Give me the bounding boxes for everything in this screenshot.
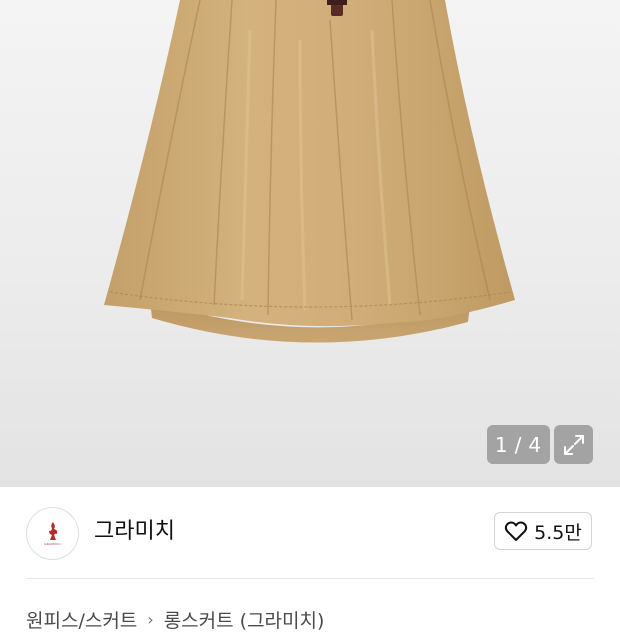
expand-button[interactable] bbox=[554, 425, 593, 464]
current-page: 1 bbox=[494, 432, 509, 457]
like-button[interactable]: 5.5만 bbox=[494, 512, 592, 550]
shop-info-row: GRAMICCI 그라미치 5.5만 bbox=[0, 487, 620, 578]
product-image-gallery[interactable]: 1 / 4 bbox=[0, 0, 620, 487]
shop-avatar[interactable]: GRAMICCI bbox=[26, 507, 79, 560]
heart-icon bbox=[505, 521, 528, 541]
breadcrumb: 원피스/스커트 › 롱스커트 (그라미치) bbox=[26, 604, 324, 634]
logo-wordmark: GRAMICCI bbox=[44, 542, 61, 546]
expand-icon bbox=[563, 434, 584, 455]
like-count: 5.5만 bbox=[534, 521, 582, 544]
shop-name[interactable]: 그라미치 bbox=[94, 517, 175, 547]
image-counter: 1 / 4 bbox=[487, 425, 550, 464]
gramicci-logo-icon bbox=[48, 522, 57, 540]
divider bbox=[26, 578, 594, 579]
product-image-skirt[interactable] bbox=[0, 0, 620, 487]
total-pages: 4 bbox=[528, 432, 543, 457]
page-separator: / bbox=[514, 432, 523, 457]
breadcrumb-item-subcategory[interactable]: 롱스커트 (그라미치) bbox=[164, 606, 325, 633]
chevron-right-icon: › bbox=[147, 609, 154, 629]
breadcrumb-item-category[interactable]: 원피스/스커트 bbox=[26, 606, 137, 633]
